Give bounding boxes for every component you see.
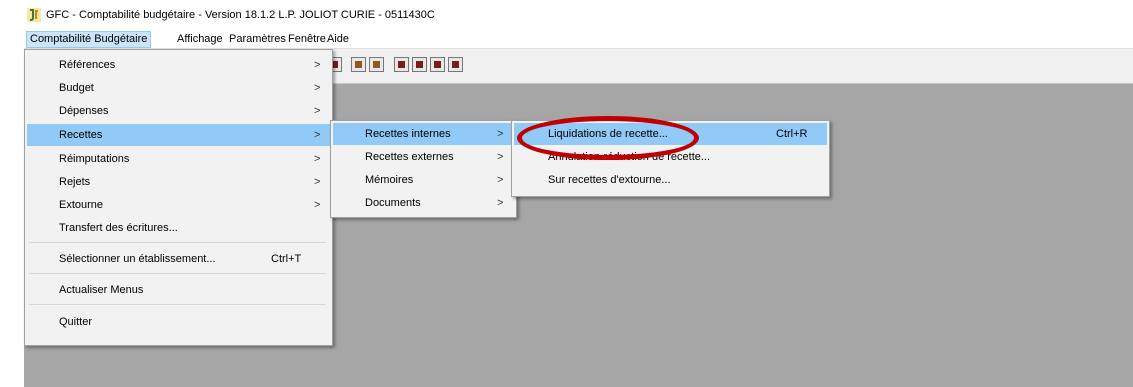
menu-item-sur-recettes-extourne[interactable]: Sur recettes d'extourne... bbox=[514, 169, 827, 191]
window-title: GFC - Comptabilité budgétaire - Version … bbox=[46, 9, 435, 21]
menu-item-label: Actualiser Menus bbox=[59, 284, 144, 296]
menu-item-label: Quitter bbox=[59, 316, 93, 328]
menu-item-label: Extourne bbox=[59, 199, 104, 211]
menu-item-label: Dépenses bbox=[59, 105, 109, 117]
title-bar: GFC - Comptabilité budgétaire - Version … bbox=[24, 0, 1133, 31]
menu-fenetre[interactable]: Fenêtre bbox=[285, 31, 329, 48]
menu-item-label: Budget bbox=[59, 82, 94, 94]
submenu-arrow-icon: > bbox=[497, 174, 504, 186]
menu-separator bbox=[29, 242, 326, 243]
toolbar-button-4[interactable] bbox=[394, 57, 409, 72]
menu-item-memoires[interactable]: Mémoires > bbox=[333, 169, 514, 191]
menu-aide[interactable]: Aide bbox=[324, 31, 352, 48]
menu-item-transfert-ecritures[interactable]: Transfert des écritures... bbox=[27, 217, 330, 239]
menu-item-label: Mémoires bbox=[365, 174, 414, 186]
toolbar-button-6[interactable] bbox=[430, 57, 445, 72]
submenu-arrow-icon: > bbox=[497, 151, 504, 163]
toolbar-button-7[interactable] bbox=[448, 57, 463, 72]
menu-item-label: Documents bbox=[365, 197, 421, 209]
menu-item-recettes-internes[interactable]: Recettes internes > bbox=[333, 123, 514, 145]
toolbar-button-3[interactable] bbox=[369, 57, 384, 72]
menu-item-documents[interactable]: Documents > bbox=[333, 192, 514, 214]
menu-item-recettes-externes[interactable]: Recettes externes > bbox=[333, 146, 514, 168]
menu-separator bbox=[29, 304, 326, 305]
menu-item-label: Transfert des écritures... bbox=[59, 222, 178, 234]
menu-item-label: Réimputations bbox=[59, 153, 130, 165]
submenu-arrow-icon: > bbox=[314, 105, 321, 117]
menu-affichage[interactable]: Affichage bbox=[174, 31, 226, 48]
gfc-app-icon bbox=[27, 8, 41, 22]
menu-item-references[interactable]: Références > bbox=[27, 54, 330, 76]
menu-item-label: Recettes externes bbox=[365, 151, 454, 163]
menu-separator bbox=[29, 273, 326, 274]
menu-item-reimputations[interactable]: Réimputations > bbox=[27, 148, 330, 170]
menu-item-shortcut: Ctrl+T bbox=[271, 253, 302, 265]
menu-item-extourne[interactable]: Extourne > bbox=[27, 194, 330, 216]
menu-item-budget[interactable]: Budget > bbox=[27, 77, 330, 99]
menu-item-rejets[interactable]: Rejets > bbox=[27, 171, 330, 193]
comptabilite-budgetaire-menu: Références > Budget > Dépenses > Recette… bbox=[24, 49, 333, 346]
submenu-arrow-icon: > bbox=[314, 176, 321, 188]
submenu-arrow-icon: > bbox=[314, 199, 321, 211]
menu-item-label: Recettes internes bbox=[365, 128, 451, 140]
submenu-arrow-icon: > bbox=[314, 129, 321, 141]
recettes-submenu: Recettes internes > Recettes externes > … bbox=[330, 120, 517, 218]
submenu-arrow-icon: > bbox=[497, 197, 504, 209]
menu-item-label: Références bbox=[59, 59, 116, 71]
submenu-arrow-icon: > bbox=[314, 59, 321, 71]
submenu-arrow-icon: > bbox=[314, 82, 321, 94]
menu-item-label: Recettes bbox=[59, 129, 103, 141]
menu-parametres[interactable]: Paramètres bbox=[226, 31, 289, 48]
toolbar-button-5[interactable] bbox=[412, 57, 427, 72]
menu-item-actualiser-menus[interactable]: Actualiser Menus bbox=[27, 279, 330, 301]
toolbar-button-2[interactable] bbox=[351, 57, 366, 72]
menu-item-depenses[interactable]: Dépenses > bbox=[27, 100, 330, 122]
menu-item-quitter[interactable]: Quitter bbox=[27, 311, 330, 333]
submenu-arrow-icon: > bbox=[497, 128, 504, 140]
menu-item-label: Rejets bbox=[59, 176, 91, 188]
menu-bar: Comptabilité Budgétaire Affichage Paramè… bbox=[24, 31, 1133, 49]
menu-comptabilite-budgetaire[interactable]: Comptabilité Budgétaire bbox=[26, 31, 152, 48]
menu-item-selectionner-etablissement[interactable]: Sélectionner un établissement... Ctrl+T bbox=[27, 248, 330, 270]
annotation-circle bbox=[517, 116, 699, 160]
menu-item-recettes[interactable]: Recettes > bbox=[27, 124, 330, 146]
menu-item-shortcut: Ctrl+R bbox=[776, 128, 808, 140]
submenu-arrow-icon: > bbox=[314, 153, 321, 165]
menu-item-label: Sélectionner un établissement... bbox=[59, 253, 216, 265]
menu-item-label: Sur recettes d'extourne... bbox=[548, 174, 671, 186]
